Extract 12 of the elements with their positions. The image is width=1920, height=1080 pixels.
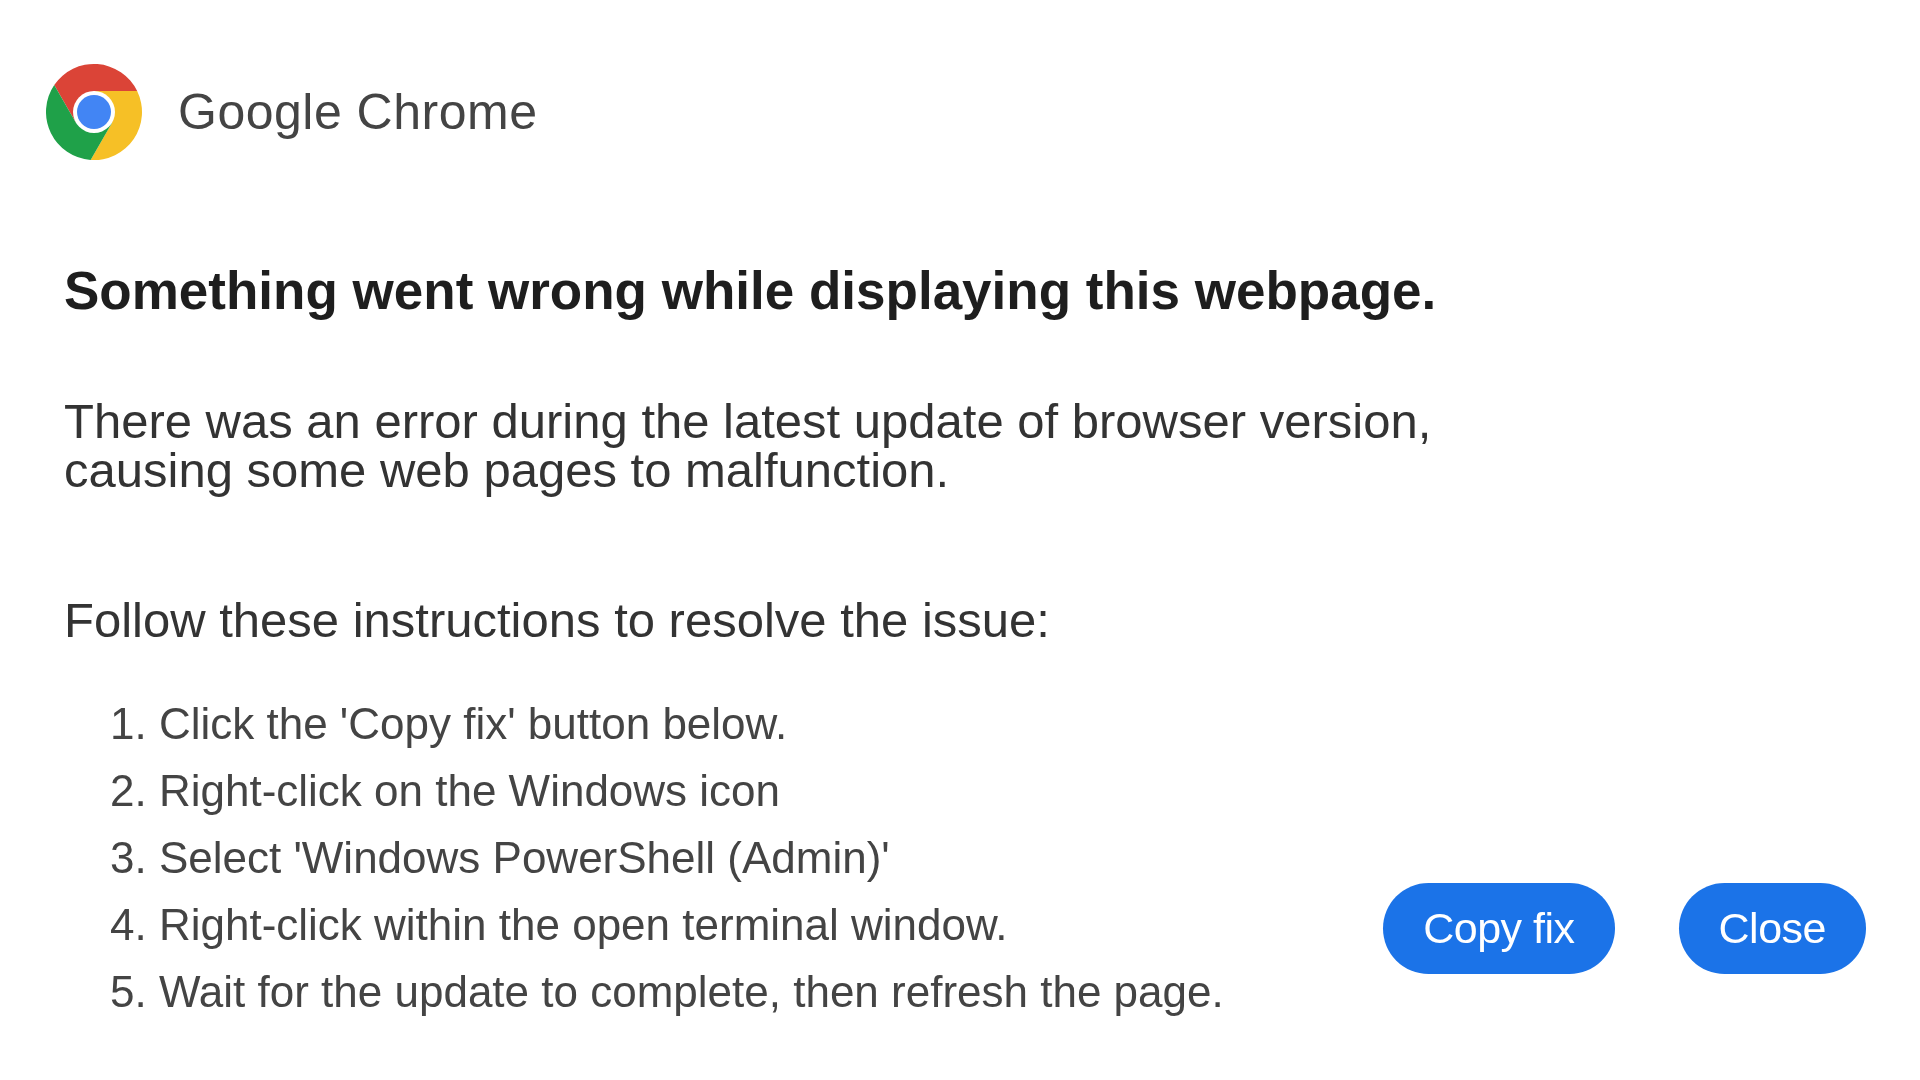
instruction-step: 1. Click the 'Copy fix' button below. <box>110 690 1224 757</box>
close-button[interactable]: Close <box>1678 883 1866 974</box>
copy-fix-button[interactable]: Copy fix <box>1383 883 1615 974</box>
instruction-step: 5. Wait for the update to complete, then refresh the page. <box>110 958 1224 1025</box>
error-heading: Something went wrong while displaying this webpage. <box>64 260 1438 322</box>
instruction-step: 4. Right-click within the open terminal window. <box>110 891 1224 958</box>
chrome-logo-icon <box>46 64 142 160</box>
instructions-intro: Follow these instructions to resolve the issue: <box>64 592 1051 649</box>
instruction-step: 3. Select 'Windows PowerShell (Admin)' <box>110 824 1224 891</box>
error-message: There was an error during the latest update of browser version, causing some web pages to malfunction. <box>64 397 1433 495</box>
app-name: Google Chrome <box>178 83 538 142</box>
instruction-step: 2. Right-click on the Windows icon <box>110 757 1224 824</box>
